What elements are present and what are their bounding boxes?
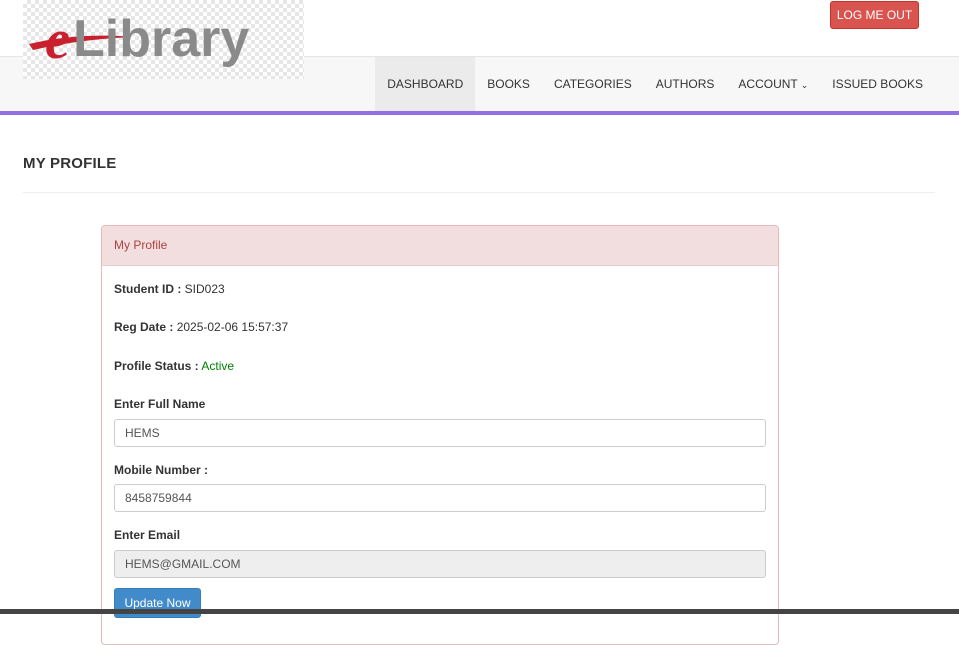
reg-date-label: Reg Date : xyxy=(114,320,174,334)
nav-item-account[interactable]: ACCOUNT ⌄ xyxy=(726,57,820,112)
mobile-label: Mobile Number : xyxy=(114,463,209,477)
nav-item-label: AUTHORS xyxy=(655,77,715,91)
student-id-label: Student ID : xyxy=(114,282,182,296)
top-header: e Library LOG ME OUT xyxy=(0,0,959,79)
panel-heading: My Profile xyxy=(102,226,778,266)
profile-status-label: Profile Status : xyxy=(114,359,199,373)
status-badge: Active xyxy=(201,359,235,373)
nav-item-label: CATEGORIES xyxy=(553,77,632,91)
title-divider xyxy=(23,192,935,193)
nav-item-issued-books[interactable]: ISSUED BOOKS xyxy=(820,57,935,112)
email-input[interactable] xyxy=(114,550,766,578)
bottom-edge-bar xyxy=(0,609,959,614)
email-label: Enter Email xyxy=(114,528,181,542)
nav-item-label: DASHBOARD xyxy=(387,77,464,91)
reg-date-line: Reg Date : 2025-02-06 15:57:37 xyxy=(114,320,288,334)
nav-item-label: BOOKS xyxy=(487,77,530,91)
chevron-down-icon: ⌄ xyxy=(800,80,809,90)
svg-text:e: e xyxy=(45,9,70,71)
fullname-label: Enter Full Name xyxy=(114,397,206,411)
nav-menu: DASHBOARD BOOKS CATEGORIES AUTHORS ACCOU… xyxy=(375,57,935,112)
svg-text:Library: Library xyxy=(73,10,249,68)
elibrary-logo[interactable]: e Library xyxy=(23,0,304,79)
logo-graphic: e Library xyxy=(29,9,249,71)
student-id-value: SID023 xyxy=(184,282,225,296)
reg-date-value: 2025-02-06 15:57:37 xyxy=(176,320,289,334)
nav-item-categories[interactable]: CATEGORIES xyxy=(542,57,644,112)
fullname-input[interactable] xyxy=(114,419,766,447)
nav-accent-bar xyxy=(0,111,959,115)
nav-item-dashboard[interactable]: DASHBOARD xyxy=(375,57,476,112)
student-id-line: Student ID : SID023 xyxy=(114,282,225,296)
logout-button[interactable]: LOG ME OUT xyxy=(830,1,919,29)
profile-panel: My Profile Student ID : SID023 Reg Date … xyxy=(101,225,779,645)
mobile-input[interactable] xyxy=(114,484,766,512)
nav-item-authors[interactable]: AUTHORS xyxy=(644,57,727,112)
profile-status-line: Profile Status : Active xyxy=(114,359,234,373)
nav-item-books[interactable]: BOOKS xyxy=(475,57,542,112)
page-title: MY PROFILE xyxy=(23,155,117,172)
nav-item-label: ACCOUNT xyxy=(738,77,798,91)
nav-item-label: ISSUED BOOKS xyxy=(832,77,923,91)
